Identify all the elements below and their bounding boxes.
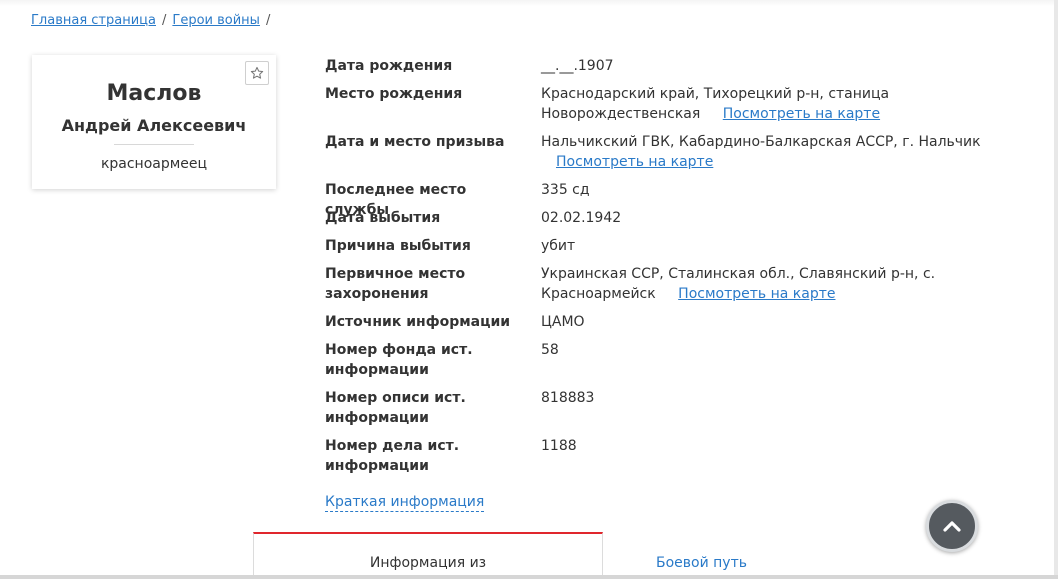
detail-label: Первичное место захоронения bbox=[325, 264, 525, 304]
map-link-burial-place[interactable]: Посмотреть на карте bbox=[678, 286, 835, 302]
breadcrumb-home-link[interactable]: Главная страница bbox=[31, 13, 156, 28]
card-divider bbox=[114, 144, 194, 145]
scroll-to-top-button[interactable] bbox=[926, 500, 978, 552]
detail-label-line: Номер описи ист. bbox=[325, 390, 466, 406]
detail-label: Дата выбытия bbox=[325, 210, 441, 226]
chevron-up-icon bbox=[943, 521, 961, 532]
detail-value: убит bbox=[541, 238, 576, 254]
detail-label: Дата рождения bbox=[325, 58, 453, 74]
person-rank: красноармеец bbox=[100, 156, 208, 172]
detail-value-line: Украинская ССР, Сталинская обл., Славянс… bbox=[541, 266, 936, 282]
breadcrumb: Главная страница / Герои войны / bbox=[31, 13, 276, 28]
breadcrumb-separator: / bbox=[162, 13, 167, 28]
top-strip bbox=[0, 0, 1058, 6]
tab-bar: Информация из Боевой путь bbox=[253, 532, 773, 579]
detail-label-line: информации bbox=[325, 410, 429, 426]
detail-value-line: Краснодарский край, Тихорецкий р-н, стан… bbox=[541, 86, 890, 102]
detail-value: 818883 bbox=[541, 390, 595, 406]
detail-value: Краснодарский край, Тихорецкий р-н, стан… bbox=[541, 84, 981, 124]
person-surname: Маслов bbox=[106, 81, 202, 106]
detail-value-line-with-link: Новорождественская Посмотреть на карте bbox=[541, 104, 981, 124]
detail-value: ЦАМО bbox=[541, 314, 585, 330]
detail-label-line: информации bbox=[325, 458, 429, 474]
detail-label: Причина выбытия bbox=[325, 238, 471, 254]
detail-label-line: информации bbox=[325, 362, 429, 378]
detail-value: 58 bbox=[541, 342, 559, 358]
person-given-names: Андрей Алексеевич bbox=[61, 116, 247, 135]
page: Главная страница / Герои войны / Маслов … bbox=[0, 0, 1058, 579]
detail-label: Номер фонда ист. информации bbox=[325, 340, 525, 380]
breadcrumb-separator: / bbox=[265, 13, 271, 28]
bottom-divider bbox=[0, 575, 1058, 579]
detail-label: Место рождения bbox=[325, 86, 463, 102]
summary-info-link[interactable]: Краткая информация bbox=[325, 493, 485, 512]
detail-value: 02.02.1942 bbox=[541, 210, 622, 226]
detail-label: Дата и место призыва bbox=[325, 134, 505, 150]
detail-label-line: Номер фонда ист. bbox=[325, 342, 473, 358]
detail-value-line: Нальчикский ГВК, Кабардино-Балкарская АС… bbox=[541, 134, 981, 150]
detail-value-line: Красноармейск bbox=[541, 286, 656, 302]
breadcrumb-section-link[interactable]: Герои войны bbox=[172, 13, 260, 28]
detail-value-line-with-link: Красноармейск Посмотреть на карте bbox=[541, 284, 981, 304]
tab-info-from[interactable]: Информация из bbox=[253, 532, 603, 579]
detail-value-line: Новорождественская bbox=[541, 106, 701, 122]
detail-label: Номер дела ист. информации bbox=[325, 436, 525, 476]
detail-label-line: захоронения bbox=[325, 286, 429, 302]
detail-value: Нальчикский ГВК, Кабардино-Балкарская АС… bbox=[541, 132, 981, 172]
detail-value: 335 сд bbox=[541, 182, 590, 198]
detail-label: Номер описи ист. информации bbox=[325, 388, 525, 428]
detail-value-line-with-link: Посмотреть на карте bbox=[541, 152, 981, 172]
detail-label-line: Номер дела ист. bbox=[325, 438, 460, 454]
map-link-birth-place[interactable]: Посмотреть на карте bbox=[723, 106, 880, 122]
star-outline-icon bbox=[250, 66, 264, 79]
detail-value: Украинская ССР, Сталинская обл., Славянс… bbox=[541, 264, 981, 304]
detail-value: 1188 bbox=[541, 438, 577, 454]
scrollbar-track[interactable] bbox=[1054, 0, 1058, 579]
detail-label-line: Первичное место bbox=[325, 266, 466, 282]
detail-value: __.__.1907 bbox=[541, 58, 614, 74]
detail-label: Источник информации bbox=[325, 314, 511, 330]
person-card: Маслов Андрей Алексеевич красноармеец bbox=[32, 55, 276, 189]
tab-combat-path[interactable]: Боевой путь bbox=[656, 532, 747, 579]
map-link-conscription[interactable]: Посмотреть на карте bbox=[556, 154, 713, 170]
